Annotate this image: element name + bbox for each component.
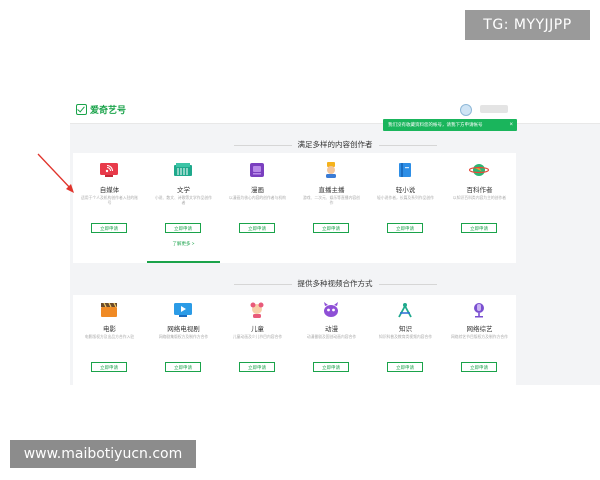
- close-icon[interactable]: ×: [509, 119, 513, 131]
- learn-more-link[interactable]: 了解更多 >: [147, 241, 220, 247]
- page-content: 爱奇艺号 我们没有收藏资料您的帐号，请我下方申请帐号 × 满足多样的内容创作者 …: [70, 95, 600, 385]
- divider: [378, 144, 437, 146]
- top-navigation-bar: 爱奇艺号: [70, 95, 600, 124]
- divider: [378, 283, 437, 285]
- card-label: 电影: [103, 326, 116, 333]
- card-label: 网络综艺: [466, 326, 493, 333]
- card-anime[interactable]: 动漫 动漫番剧及国创动画内容合作 立即申请: [295, 295, 368, 385]
- video-cards-row: 电影 电影版权方及出品方合作入驻 立即申请 网络电视剧 网络剧集版权方及制作方合…: [73, 295, 516, 385]
- card-encyclopedia[interactable]: 百科作者 以知识百科类内容为主的创作者 立即申请: [443, 153, 516, 263]
- card-label: 知识: [399, 326, 412, 333]
- section-title-text: 满足多样的内容创作者: [297, 140, 373, 149]
- apply-button[interactable]: 立即申请: [387, 362, 423, 372]
- light-novel-icon: [399, 163, 411, 177]
- apply-button[interactable]: 立即申请: [387, 223, 423, 233]
- card-movie[interactable]: 电影 电影版权方及出品方合作入驻 立即申请: [73, 295, 146, 385]
- card-live-streamer[interactable]: 直播主播 游戏、二次元、娱乐等直播内容创作 立即申请: [295, 153, 368, 263]
- section-title-text: 提供多种视频合作方式: [297, 279, 373, 288]
- card-kids[interactable]: 儿童 儿童动画及少儿节目内容合作 立即申请: [221, 295, 294, 385]
- card-label: 儿童: [251, 326, 264, 333]
- card-description: 以知识百科类内容为主的创作者: [452, 196, 507, 200]
- watermark-bottom: www.maibotiyucn.com: [10, 440, 196, 468]
- apply-button[interactable]: 立即申请: [239, 223, 275, 233]
- card-label: 直播主播: [318, 187, 345, 194]
- card-comics[interactable]: 漫画 以漫画为核心内容的创作者与机构 立即申请: [221, 153, 294, 263]
- card-description: 儿童动画及少儿节目内容合作: [232, 335, 283, 339]
- tv-icon: [174, 303, 192, 317]
- card-web-series[interactable]: 网络电视剧 网络剧集版权方及制作方合作 立即申请: [147, 295, 220, 385]
- comic-icon: [250, 163, 264, 177]
- card-literature[interactable]: 文学 小说、散文、诗歌等文学作品创作者 立即申请 了解更多 >: [147, 153, 220, 263]
- username-blurred[interactable]: [480, 105, 508, 113]
- apply-button[interactable]: 立即申请: [313, 223, 349, 233]
- apply-button[interactable]: 立即申请: [91, 223, 127, 233]
- user-avatar[interactable]: [460, 104, 472, 116]
- section-title-video: 提供多种视频合作方式: [70, 278, 600, 289]
- apply-button[interactable]: 立即申请: [165, 223, 201, 233]
- card-description: 轻小说作者，长篇及系列作品创作: [377, 196, 434, 200]
- card-description: 游戏、二次元、娱乐等直播内容创作: [303, 196, 360, 205]
- apply-button[interactable]: 立即申请: [461, 362, 497, 372]
- card-description: 以漫画为核心内容的创作者与机构: [229, 196, 286, 200]
- card-description: 小说、散文、诗歌等文学作品创作者: [155, 196, 212, 205]
- toast-text: 我们没有收藏资料您的帐号，请我下方申请帐号: [388, 122, 483, 127]
- card-knowledge[interactable]: 知识 知识科普及教育类视频内容合作 立即申请: [369, 295, 442, 385]
- card-light-novel[interactable]: 轻小说 轻小说作者，长篇及系列作品创作 立即申请: [369, 153, 442, 263]
- card-label: 轻小说: [395, 187, 416, 194]
- rss-screen-icon: [100, 163, 118, 177]
- apply-button[interactable]: 立即申请: [461, 223, 497, 233]
- card-description: 动漫番剧及国创动画内容合作: [306, 335, 357, 339]
- logo-text: 爱奇艺号: [90, 105, 127, 115]
- clapperboard-icon: [101, 302, 117, 317]
- active-indicator: [147, 261, 220, 263]
- card-description: 电影版权方及出品方合作入驻: [84, 335, 135, 339]
- card-description: 网络综艺节目版权方及制作方合作: [451, 335, 508, 339]
- card-label: 网络电视剧: [167, 326, 200, 333]
- card-label: 动漫: [325, 326, 338, 333]
- card-self-media[interactable]: 自媒体 适用于个人及机构创作者入驻的账号 立即申请: [73, 153, 146, 263]
- apply-button[interactable]: 立即申请: [239, 362, 275, 372]
- card-label: 自媒体: [99, 187, 120, 194]
- brand-logo[interactable]: 爱奇艺号: [76, 103, 126, 116]
- divider: [233, 283, 292, 285]
- red-arrow-annotation: [37, 153, 74, 193]
- microphone-icon: [474, 303, 484, 318]
- section-title-creators: 满足多样的内容创作者: [70, 139, 600, 150]
- card-variety-show[interactable]: 网络综艺 网络综艺节目版权方及制作方合作 立即申请: [443, 295, 516, 385]
- notification-toast: 我们没有收藏资料您的帐号，请我下方申请帐号 ×: [383, 119, 517, 131]
- card-label: 百科作者: [466, 187, 493, 194]
- book-icon: [174, 163, 192, 176]
- card-description: 网络剧集版权方及制作方合作: [158, 335, 209, 339]
- kid-icon: [250, 302, 264, 318]
- creator-cards-row: 自媒体 适用于个人及机构创作者入驻的账号 立即申请 文学 小说、散文、诗歌等文学…: [73, 153, 516, 263]
- logo-check-icon: [76, 104, 87, 115]
- watermark-top: TG: MYYJJPP: [465, 10, 590, 40]
- divider: [233, 144, 292, 146]
- anchor-icon: [326, 162, 336, 178]
- card-label: 文学: [177, 187, 190, 194]
- apply-button[interactable]: 立即申请: [91, 362, 127, 372]
- apply-button[interactable]: 立即申请: [313, 362, 349, 372]
- monster-icon: [324, 302, 338, 317]
- card-label: 漫画: [251, 187, 264, 194]
- compass-icon: [398, 303, 412, 318]
- planet-icon: [469, 164, 489, 176]
- card-description: 知识科普及教育类视频内容合作: [378, 335, 433, 339]
- apply-button[interactable]: 立即申请: [165, 362, 201, 372]
- card-description: 适用于个人及机构创作者入驻的账号: [81, 196, 138, 205]
